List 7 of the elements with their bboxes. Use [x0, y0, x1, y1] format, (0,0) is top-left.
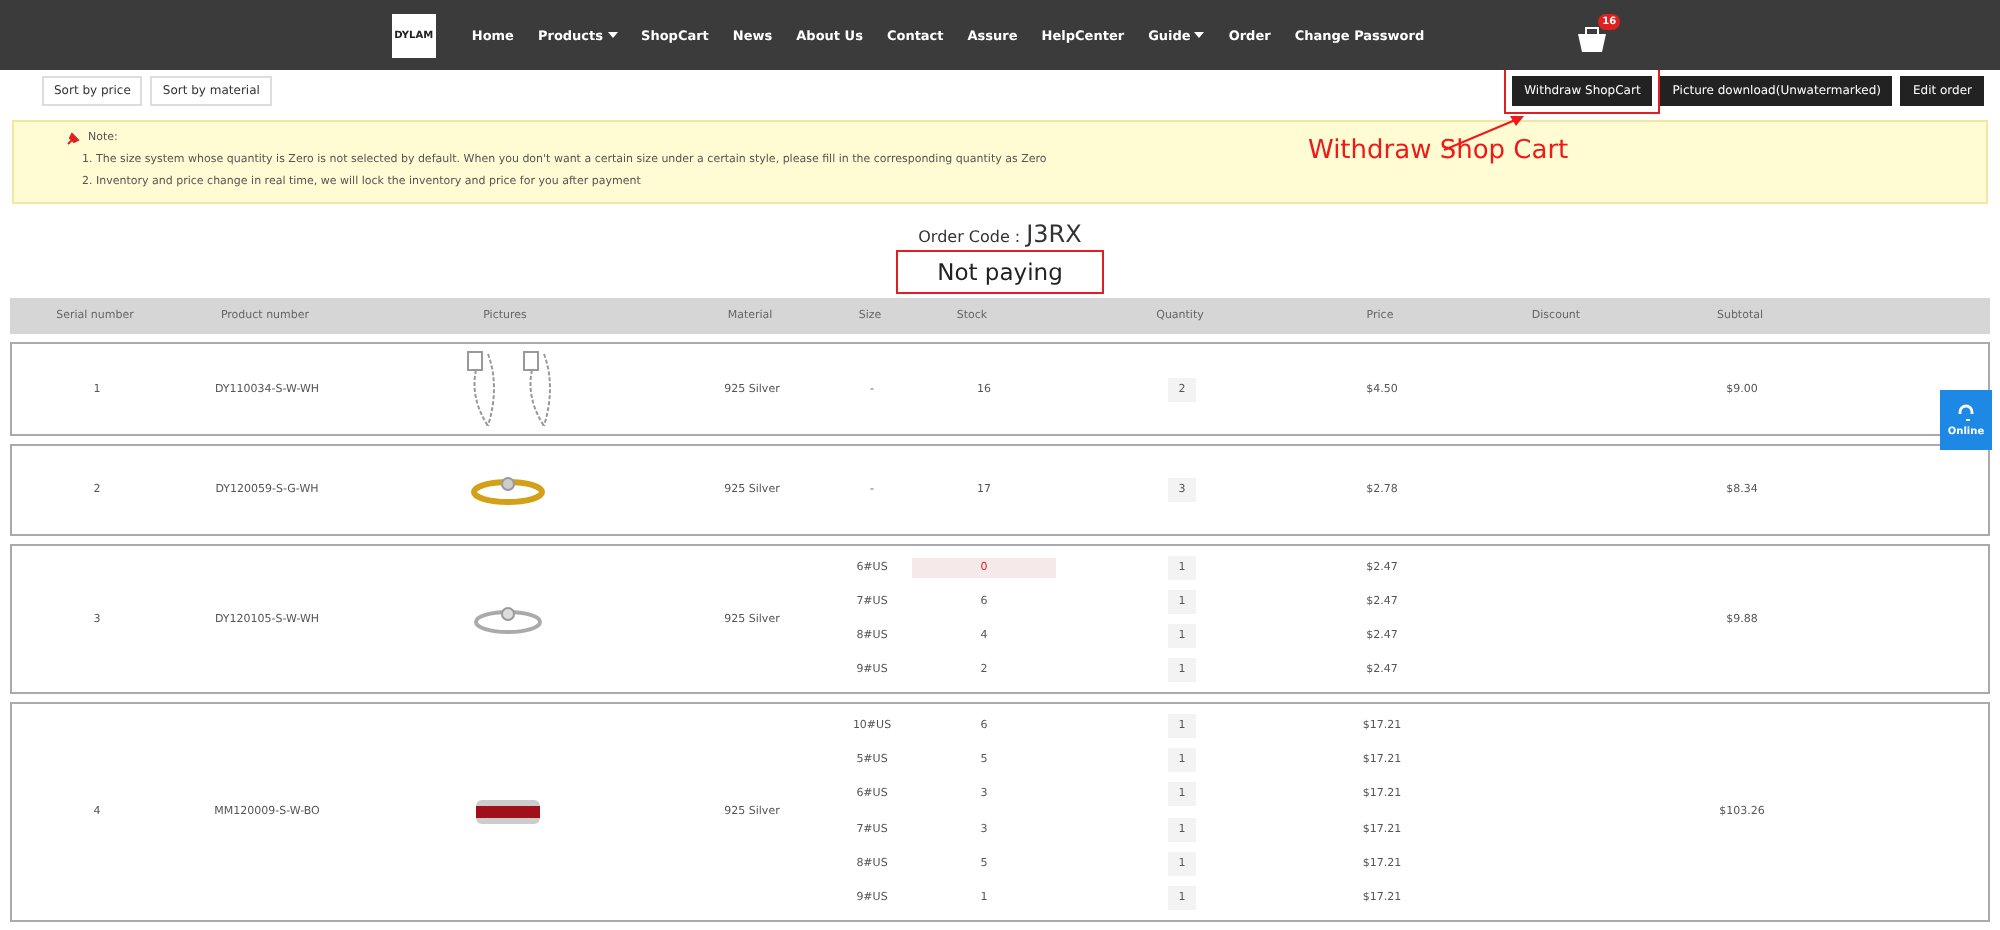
order-code: J3RX — [1026, 220, 1082, 248]
headset-icon — [1956, 402, 1976, 422]
order-status: Not paying — [895, 250, 1105, 294]
pin-icon — [66, 132, 80, 146]
cart-icon[interactable] — [1576, 23, 1609, 51]
annotation-text: Withdraw Shop Cart — [1308, 136, 1569, 166]
order-code-label: Order Code : — [918, 228, 1021, 246]
